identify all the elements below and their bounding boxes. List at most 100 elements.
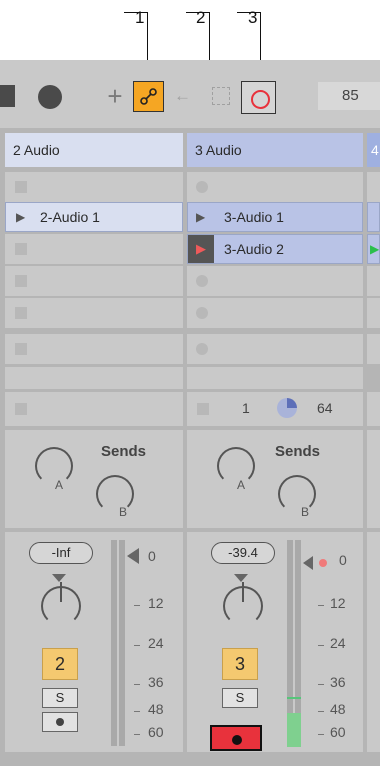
stop-square-icon[interactable] [0,85,15,107]
stop-button-icon [15,307,27,319]
meter-left [111,540,117,746]
volume-field[interactable]: -39.4 [211,542,275,564]
record-ring-icon [251,90,270,109]
meter-level [287,713,301,747]
send-b-knob[interactable] [96,475,134,513]
send-a-label: A [237,478,246,492]
tick-0: 0 [339,552,347,568]
pie-progress-icon [277,398,297,418]
tick-36: 36 [330,674,346,690]
clip-2-audio-1[interactable]: ▶ 2-Audio 1 [5,202,183,232]
track-activator-button[interactable]: 3 [222,648,258,680]
record-slot-icon [196,275,208,287]
stop-button-icon [15,243,27,255]
solo-button[interactable]: S [42,688,78,708]
stop-all-icon [15,403,27,415]
send-a-label: A [55,478,64,492]
capture-icon[interactable] [212,87,230,105]
tick-0: 0 [148,548,156,564]
bottom-strip [0,752,380,766]
play-icon: ▶ [196,241,206,256]
track-header-2-audio[interactable]: 2 Audio [5,133,183,167]
clip-slot[interactable] [5,172,183,202]
tick-60: 60 [330,724,346,740]
send-b-label: B [119,505,128,519]
clip-slot[interactable] [5,266,183,296]
clip-label: 2-Audio 1 [40,209,100,225]
play-icon: ▶ [367,234,380,264]
clip-3-audio-1[interactable]: ▶ 3-Audio 1 [187,202,363,232]
scene-value-1: 1 [242,400,250,416]
track-header-4[interactable]: 4 [367,133,380,167]
sends-panel: A Sends B [5,430,183,528]
clip-slot[interactable] [5,234,183,264]
automation-icon [140,88,157,105]
arm-record-button[interactable] [210,725,262,751]
peak-dot-icon [319,559,327,567]
stop-button-icon [15,181,27,193]
scene-value-2: 64 [317,400,333,416]
send-b-label: B [301,505,310,519]
tick-48: 48 [148,701,164,717]
meter-right [119,540,125,746]
solo-button[interactable]: S [222,688,258,708]
tick-60: 60 [148,724,164,740]
volume-marker-icon [127,548,139,564]
sends-label: Sends [275,443,321,460]
record-circle-icon[interactable] [38,85,62,109]
session-record-button[interactable] [241,81,276,114]
back-to-arrangement-icon[interactable]: ← [174,86,192,106]
clip-slot[interactable] [5,334,183,364]
clip-3-audio-2[interactable]: ▶ 3-Audio 2 [187,234,363,264]
callout-1-line [124,12,148,13]
play-icon: ▶ [196,210,206,224]
arm-icon [56,718,64,726]
callout-2: 2 [196,8,206,27]
callout-1: 1 [135,8,145,27]
send-a-knob[interactable] [35,447,73,485]
sends-label: Sends [101,443,147,460]
track-stop-row[interactable] [5,392,183,426]
pan-marker-icon [234,574,248,582]
pan-marker-icon [52,574,66,582]
tick-12: 12 [148,595,164,611]
track-stop-row[interactable]: 1 64 [187,392,363,426]
automation-arm-button[interactable] [133,81,164,112]
toolbar: + ← 85 [0,60,380,128]
clip-slot[interactable] [187,334,363,364]
callout-2-line [186,12,210,13]
stop-button-icon [15,275,27,287]
volume-field[interactable]: -Inf [29,542,93,564]
play-icon: ▶ [16,210,26,224]
stop-button-icon [15,343,27,355]
clip-slot[interactable] [5,298,183,328]
add-icon[interactable]: + [101,83,129,112]
clip-slot[interactable] [187,298,363,328]
clip-slot[interactable] [187,172,363,202]
tempo-field[interactable]: 85 [318,82,380,110]
tick-24: 24 [148,635,164,651]
clip-label: 3-Audio 1 [224,209,284,225]
record-slot-icon [196,307,208,319]
volume-marker-icon [303,556,313,570]
tick-12: 12 [330,595,346,611]
stop-all-icon [197,403,209,415]
sends-panel: A Sends B [187,430,363,528]
send-b-knob[interactable] [278,475,316,513]
track-activator-button[interactable]: 2 [42,648,78,680]
callout-3-line [237,12,261,13]
tick-24: 24 [330,635,346,651]
track-header-3-audio[interactable]: 3 Audio [187,133,363,167]
tick-48: 48 [330,701,346,717]
callout-3: 3 [248,8,258,27]
record-slot-icon [196,181,208,193]
tick-36: 36 [148,674,164,690]
record-slot-icon [196,343,208,355]
arm-button[interactable] [42,712,78,732]
send-a-knob[interactable] [217,447,255,485]
clip-slot[interactable] [187,266,363,296]
clip-label: 3-Audio 2 [224,241,284,257]
clip-slot-empty[interactable] [5,367,183,389]
arm-icon [232,735,242,745]
clip-slot-empty[interactable] [187,367,363,389]
